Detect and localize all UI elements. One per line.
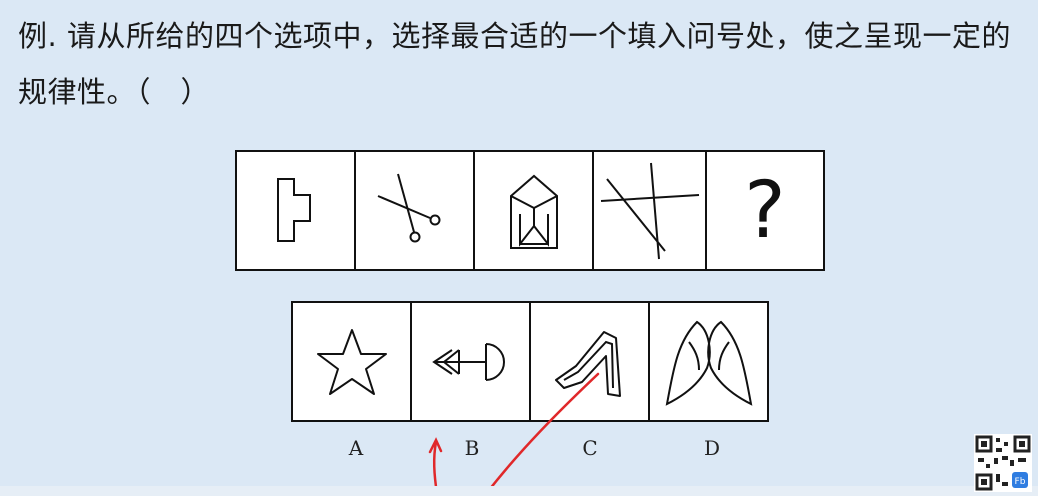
qr-code-icon: Fb	[974, 434, 1032, 492]
svg-text:Fb: Fb	[1015, 477, 1026, 487]
bottom-strip	[0, 486, 1038, 496]
red-annotation-stroke	[428, 372, 600, 496]
